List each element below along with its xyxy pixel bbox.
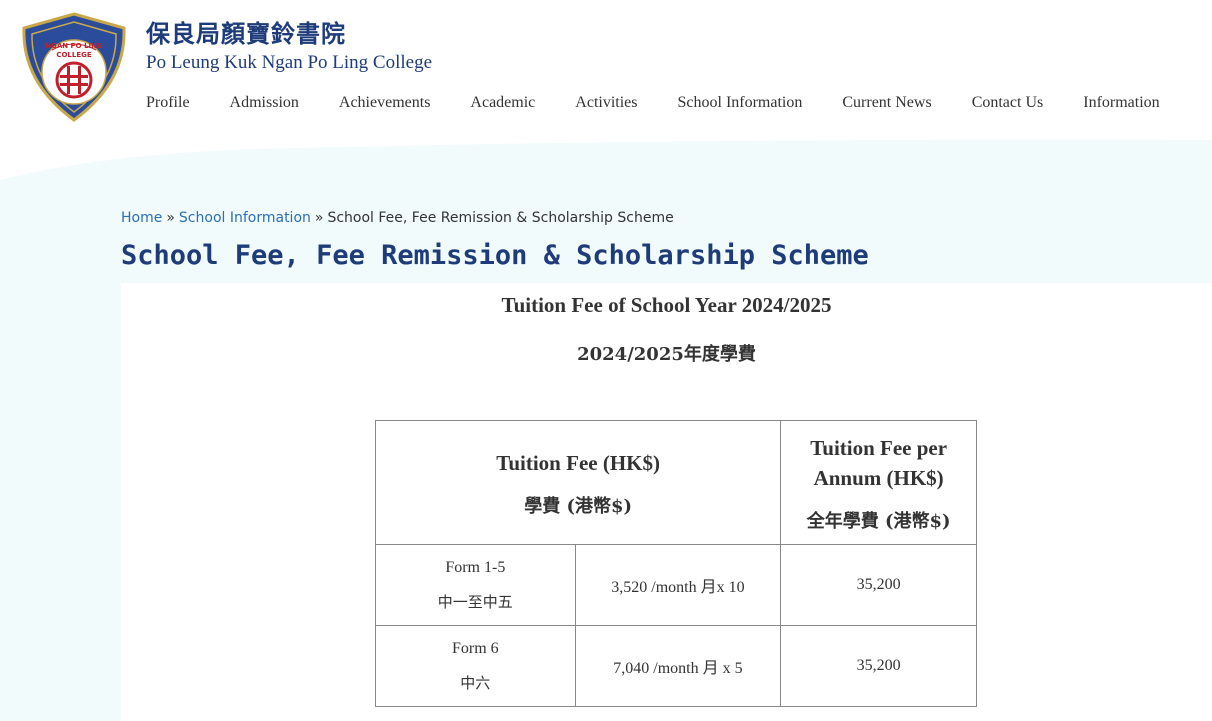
breadcrumb-home-link[interactable]: Home [121,210,162,226]
nav-item-achievements[interactable]: Achievements [339,94,431,112]
content-panel: Tuition Fee of School Year 2024/2025 202… [121,283,1212,721]
header-tuition-fee: Tuition Fee (HK$) 學費 (港幣$) [374,420,782,545]
page-title: School Fee, Fee Remission & Scholarship … [121,240,869,271]
breadcrumb: Home» School Information» School Fee, Fee … [121,210,674,226]
svg-text:NGAN PO LING: NGAN PO LING [45,42,103,50]
form-cell: Form 6 中六 [375,625,576,707]
header-tuition-fee-en: Tuition Fee (HK$) [496,450,660,475]
site-header: NGAN PO LING COLLEGE 保良局顏寶鈴書院 Po Leung K… [0,0,1212,150]
nav-item-activities[interactable]: Activities [575,94,637,112]
table-header-row: Tuition Fee (HK$) 學費 (港幣$) Tuition Fee p… [374,420,977,545]
nav-item-admission[interactable]: Admission [230,94,299,112]
form-label-cn: 中一至中五 [437,592,513,611]
nav-item-information[interactable]: Information [1083,94,1159,112]
nav-item-profile[interactable]: Profile [146,94,190,112]
header-annual-fee-cn: 全年學費 (港幣$) [806,510,951,532]
form-label-cn: 中六 [460,673,491,692]
fee-title-en: Tuition Fee of School Year 2024/2025 [501,293,832,317]
monthly-fee-cell: 7,040 /month 月 x 5 [574,625,782,707]
breadcrumb-current: School Fee, Fee Remission & Scholarship … [327,210,674,226]
school-logo[interactable]: NGAN PO LING COLLEGE [20,12,128,122]
header-annual-fee: Tuition Fee per Annum (HK$) 全年學費 (港幣$) [780,420,977,545]
breadcrumb-separator: » [166,210,175,226]
annual-fee-cell: 35,200 [780,544,977,626]
nav-item-school-information[interactable]: School Information [678,94,803,112]
header-annual-fee-en-line2: Annum (HK$) [813,465,944,490]
nav-item-academic[interactable]: Academic [470,94,535,112]
breadcrumb-separator: » [314,210,324,226]
table-row: Form 1-5 中一至中五 3,520 /month 月x 10 35,200 [375,544,977,626]
form-cell: Form 1-5 中一至中五 [375,544,576,626]
nav-item-contact-us[interactable]: Contact Us [972,94,1044,112]
svg-text:COLLEGE: COLLEGE [56,51,92,59]
main-nav: Profile Admission Achievements Academic … [146,94,1160,112]
header-annual-fee-en-line1: Tuition Fee per [810,435,948,460]
tuition-fee-table: Tuition Fee (HK$) 學費 (港幣$) Tuition Fee p… [374,420,977,707]
breadcrumb-school-information-link[interactable]: School Information [179,210,311,226]
fee-title-cn: 2024/2025年度學費 [577,344,756,365]
form-label-en: Form 1-5 [445,558,506,576]
annual-fee-cell: 35,200 [780,625,977,707]
school-name-en[interactable]: Po Leung Kuk Ngan Po Ling College [146,52,432,74]
school-name-cn[interactable]: 保良局顏寶鈴書院 [146,14,346,49]
nav-item-current-news[interactable]: Current News [842,94,931,112]
form-label-en: Form 6 [451,639,499,657]
table-row: Form 6 中六 7,040 /month 月 x 5 35,200 [375,625,977,707]
header-tuition-fee-cn: 學費 (港幣$) [524,495,633,517]
monthly-fee-cell: 3,520 /month 月x 10 [574,544,782,626]
